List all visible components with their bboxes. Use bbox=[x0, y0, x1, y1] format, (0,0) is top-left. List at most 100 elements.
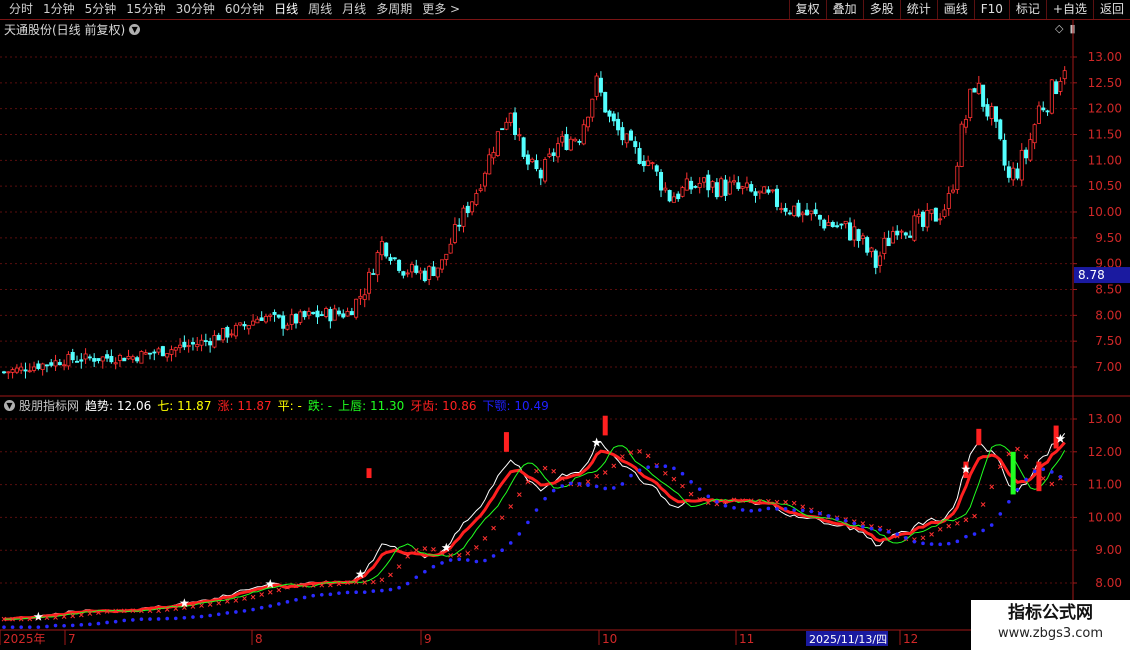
candle-body bbox=[371, 273, 376, 275]
candle-body bbox=[53, 360, 58, 367]
candle-body bbox=[444, 253, 449, 260]
candle-body bbox=[727, 181, 732, 195]
candle-body bbox=[740, 186, 745, 189]
jaw-dot bbox=[208, 613, 212, 618]
candle-body bbox=[482, 172, 487, 187]
candle-body bbox=[40, 363, 45, 370]
candle-body bbox=[1058, 80, 1063, 92]
indicator-tick-label: 9.00 bbox=[1095, 543, 1122, 557]
candle-body bbox=[1024, 149, 1029, 159]
candle-body bbox=[637, 148, 642, 164]
candle-body bbox=[1049, 79, 1054, 114]
candle-body bbox=[36, 363, 41, 369]
candle-body bbox=[126, 356, 131, 360]
candle-body bbox=[912, 215, 917, 241]
candle-body bbox=[294, 313, 299, 324]
jaw-dot bbox=[328, 592, 333, 597]
candle-body bbox=[272, 311, 277, 315]
price-tick-label: 7.00 bbox=[1095, 360, 1122, 374]
jaw-dot bbox=[397, 585, 401, 590]
candle-body bbox=[289, 314, 294, 325]
chart-canvas[interactable]: 13.00 12.50 12.00 11.50 11.00 10.50 10.00 9.50 9… bbox=[0, 0, 1130, 650]
jaw-dot bbox=[869, 526, 874, 531]
candle-body bbox=[547, 153, 552, 157]
jaw-dot bbox=[843, 518, 848, 523]
signal-bar bbox=[366, 468, 372, 479]
teeth-mark bbox=[1049, 481, 1055, 487]
signal-bar bbox=[976, 428, 982, 446]
jaw-dot bbox=[517, 532, 522, 536]
candle-body bbox=[981, 84, 986, 107]
jaw-dot bbox=[577, 482, 582, 486]
candle-body bbox=[100, 356, 105, 362]
candle-body bbox=[719, 178, 724, 197]
jaw-dot bbox=[852, 521, 857, 526]
jaw-dot bbox=[319, 593, 324, 597]
candle-body bbox=[319, 314, 324, 316]
candle-body bbox=[70, 351, 75, 361]
candle-body bbox=[723, 179, 728, 196]
jaw-dot bbox=[1024, 477, 1028, 482]
current-price-label: 8.78 bbox=[1078, 268, 1105, 282]
jaw-dot bbox=[414, 575, 419, 580]
candle-body bbox=[470, 201, 475, 213]
indicator-field-value: 12.06 bbox=[113, 398, 152, 413]
jaw-dot bbox=[96, 621, 101, 626]
jaw-dot bbox=[508, 541, 513, 545]
candle-body bbox=[607, 110, 612, 117]
teeth-mark bbox=[233, 598, 239, 603]
jaw-dot bbox=[294, 598, 298, 602]
candle-body bbox=[397, 259, 402, 271]
teeth-mark bbox=[1015, 446, 1020, 452]
candle-body bbox=[186, 345, 191, 347]
x-axis-label: 9 bbox=[424, 632, 432, 646]
jaw-dot bbox=[311, 593, 315, 598]
chevron-down-icon[interactable]: ▼ bbox=[4, 399, 15, 411]
teeth-mark bbox=[680, 483, 685, 489]
candle-body bbox=[633, 141, 638, 148]
teeth-mark bbox=[980, 502, 986, 507]
indicator-field: 七: 11.87 bbox=[157, 399, 211, 413]
x-axis-label: 12 bbox=[903, 632, 918, 646]
x-axis-label: 2025年 bbox=[3, 632, 46, 646]
candle-body bbox=[2, 371, 7, 374]
candle-body bbox=[139, 351, 144, 364]
candle-body bbox=[83, 353, 88, 360]
candle-body bbox=[847, 222, 852, 241]
candle-body bbox=[255, 318, 260, 324]
teeth-mark bbox=[199, 603, 204, 608]
candle-body bbox=[594, 75, 599, 97]
jaw-dot bbox=[182, 615, 187, 620]
teeth-mark bbox=[963, 517, 969, 523]
candle-body bbox=[925, 210, 930, 228]
candle-body bbox=[302, 311, 307, 318]
jaw-dot bbox=[62, 623, 66, 628]
jaw-dot bbox=[766, 506, 771, 511]
candle-body bbox=[895, 230, 900, 236]
candle-body bbox=[951, 189, 956, 193]
jaw-dot bbox=[259, 605, 264, 610]
jaw-dot bbox=[783, 506, 788, 511]
price-tick-label: 11.50 bbox=[1088, 128, 1122, 142]
candle-body bbox=[23, 369, 28, 372]
jaw-dot bbox=[792, 508, 796, 512]
indicator-field: 上唇: 11.30 bbox=[338, 399, 404, 413]
jaw-dot bbox=[1058, 475, 1063, 479]
teeth-mark bbox=[620, 454, 625, 459]
candle-body bbox=[229, 333, 234, 336]
candle-body bbox=[920, 211, 925, 227]
candle-body bbox=[422, 270, 427, 282]
candle-body bbox=[491, 152, 496, 159]
candle-body bbox=[57, 362, 62, 366]
candle-body bbox=[998, 119, 1003, 140]
candle-body bbox=[216, 334, 221, 341]
teeth-mark bbox=[207, 602, 213, 607]
indicator-field-value: 11.30 bbox=[366, 398, 405, 413]
candle-body bbox=[148, 352, 153, 355]
jaw-dot bbox=[371, 589, 376, 593]
candle-body bbox=[641, 161, 646, 167]
jaw-dot bbox=[268, 604, 273, 608]
candle-body bbox=[178, 344, 183, 349]
indicator-tick-label: 13.00 bbox=[1088, 412, 1122, 426]
signal-bar bbox=[1053, 425, 1059, 449]
